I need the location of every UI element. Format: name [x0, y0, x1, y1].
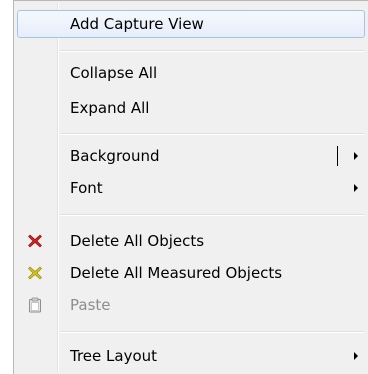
submenu-arrow-icon: [354, 184, 358, 192]
context-menu: Add Capture View Collapse All Expand All…: [13, 0, 368, 374]
menu-item-collapse-all[interactable]: Collapse All: [17, 59, 365, 87]
menu-item-label: Delete All Measured Objects: [70, 264, 283, 282]
submenu-arrow-icon: [354, 152, 358, 160]
menu-item-expand-all[interactable]: Expand All: [17, 94, 365, 122]
menu-item-label: Delete All Objects: [70, 232, 205, 250]
menu-item-label: Paste: [70, 296, 111, 314]
menu-separator: [60, 214, 364, 216]
menu-separator: [60, 331, 364, 333]
submenu-arrow-icon: [354, 352, 358, 360]
menu-item-delete-all-measured-objects[interactable]: Delete All Measured Objects: [17, 259, 365, 287]
menu-item-label: Collapse All: [70, 64, 158, 82]
menu-item-delete-all-objects[interactable]: Delete All Objects: [17, 227, 365, 255]
menu-item-paste: Paste: [17, 291, 365, 319]
menu-item-tree-layout[interactable]: Tree Layout: [17, 342, 365, 370]
menu-item-label: Font: [70, 179, 103, 197]
menu-item-background[interactable]: Background: [17, 142, 365, 170]
menu-item-label: Expand All: [70, 99, 150, 117]
clipboard-icon: [27, 297, 43, 313]
yellow-x-icon: [27, 265, 43, 281]
menu-separator: [60, 50, 364, 52]
split-divider: [337, 146, 338, 166]
menu-item-label: Add Capture View: [70, 15, 204, 33]
menu-item-font[interactable]: Font: [17, 174, 365, 202]
menu-item-add-capture-view[interactable]: Add Capture View: [17, 10, 365, 38]
menu-item-label: Background: [70, 147, 160, 165]
menu-item-label: Tree Layout: [70, 347, 158, 365]
menu-separator: [60, 133, 364, 135]
red-x-icon: [27, 233, 43, 249]
